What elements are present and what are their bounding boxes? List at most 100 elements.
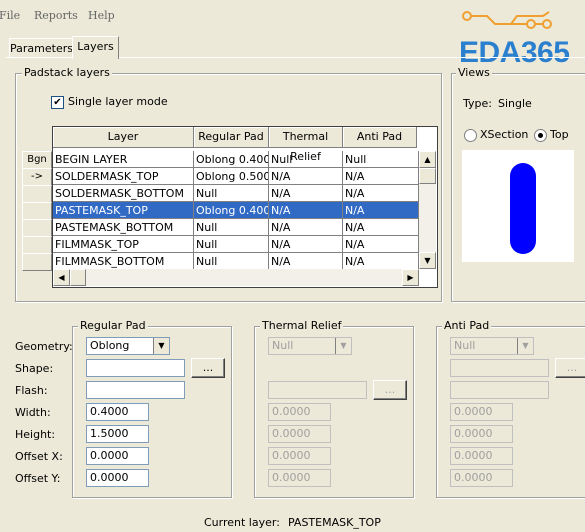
menu-file[interactable]: File <box>0 9 20 22</box>
cell-regular-pad[interactable]: Null <box>194 253 269 270</box>
xsection-label: XSection <box>480 128 529 141</box>
cell-thermal-relief[interactable]: N/A <box>269 202 343 219</box>
scroll-right-icon[interactable]: ▶ <box>402 269 419 286</box>
cell-layer[interactable]: PASTEMASK_BOTTOM <box>53 219 194 236</box>
regular-height-input[interactable]: 1.5000 <box>86 425 149 443</box>
cell-regular-pad[interactable]: Oblong 0.5000 <box>194 168 269 185</box>
cell-layer[interactable]: FILMMASK_TOP <box>53 236 194 253</box>
shape-label: Shape: <box>15 362 54 375</box>
row-button[interactable] <box>22 202 52 220</box>
geometry-label: Geometry: <box>15 340 73 353</box>
vertical-scrollbar[interactable]: ▲ ▼ <box>419 151 436 269</box>
regular-offset-x-input[interactable]: 0.0000 <box>86 447 149 465</box>
scroll-left-icon[interactable]: ◀ <box>53 269 70 286</box>
cell-thermal-relief[interactable]: N/A <box>269 219 343 236</box>
cell-thermal-relief[interactable]: Null <box>269 151 343 168</box>
thermal-offset-y-input[interactable]: 0.0000 <box>268 469 331 487</box>
anti-shape-browse-button[interactable]: ... <box>555 358 585 378</box>
cell-layer[interactable]: SOLDERMASK_BOTTOM <box>53 185 194 202</box>
cell-layer[interactable]: BEGIN LAYER <box>53 151 194 168</box>
column-header-anti-pad[interactable]: Anti Pad <box>343 127 417 148</box>
cell-anti-pad[interactable]: N/A <box>343 202 419 219</box>
cell-regular-pad[interactable]: Null <box>194 236 269 253</box>
column-header-thermal-relief[interactable]: Thermal Relief <box>269 127 343 163</box>
cell-anti-pad[interactable]: N/A <box>343 236 419 253</box>
regular-shape-browse-button[interactable]: ... <box>191 358 225 378</box>
chevron-down-icon[interactable]: ▼ <box>517 338 533 354</box>
circuit-icon <box>462 11 552 29</box>
cell-anti-pad[interactable]: N/A <box>343 168 419 185</box>
view-type-value: Single <box>498 97 532 110</box>
row-button[interactable] <box>22 219 52 237</box>
logo-text: EDA365 <box>459 36 570 69</box>
cell-thermal-relief[interactable]: N/A <box>269 185 343 202</box>
row-button-current[interactable]: -> <box>22 168 52 186</box>
thermal-offset-x-input[interactable]: 0.0000 <box>268 447 331 465</box>
cell-regular-pad[interactable]: Oblong 0.4000 <box>194 202 269 219</box>
thermal-flash-input[interactable] <box>268 381 367 399</box>
cell-regular-pad[interactable]: Null <box>194 185 269 202</box>
pad-preview <box>462 150 574 262</box>
offset-x-label: Offset X: <box>15 450 63 463</box>
regular-width-input[interactable]: 0.4000 <box>86 403 149 421</box>
xsection-radio[interactable] <box>464 129 477 142</box>
thermal-width-input[interactable]: 0.0000 <box>268 403 331 421</box>
thermal-flash-browse-button[interactable]: ... <box>373 380 407 400</box>
thermal-geometry-select[interactable]: Null ▼ <box>268 337 352 355</box>
cell-regular-pad[interactable]: Oblong 0.4000 <box>194 151 269 168</box>
padstack-layers-table[interactable]: Layer Regular Pad Thermal Relief Anti Pa… <box>52 126 438 288</box>
chevron-down-icon[interactable]: ▼ <box>153 338 169 354</box>
single-layer-mode-checkbox[interactable]: ✔ <box>51 96 64 109</box>
regular-shape-input[interactable] <box>86 359 185 377</box>
cell-anti-pad[interactable]: N/A <box>343 253 419 270</box>
watermark-logo: EDA365 <box>455 8 585 70</box>
cell-anti-pad[interactable]: Null <box>343 151 419 168</box>
top-label: Top <box>550 128 569 141</box>
column-header-layer[interactable]: Layer <box>53 127 194 148</box>
current-layer-value: PASTEMASK_TOP <box>288 516 381 529</box>
anti-height-input[interactable]: 0.0000 <box>450 425 513 443</box>
column-header-regular-pad[interactable]: Regular Pad <box>194 127 269 148</box>
regular-offset-y-input[interactable]: 0.0000 <box>86 469 149 487</box>
anti-offset-x-input[interactable]: 0.0000 <box>450 447 513 465</box>
row-button[interactable] <box>22 236 52 254</box>
cell-thermal-relief[interactable]: N/A <box>269 236 343 253</box>
row-button[interactable] <box>22 253 52 271</box>
anti-width-input[interactable]: 0.0000 <box>450 403 513 421</box>
tab-layers[interactable]: Layers <box>72 36 119 59</box>
menu-help[interactable]: Help <box>88 9 115 22</box>
scroll-thumb[interactable] <box>70 269 86 286</box>
menu-reports[interactable]: Reports <box>34 9 78 22</box>
offset-y-label: Offset Y: <box>15 472 61 485</box>
scroll-thumb[interactable] <box>419 168 436 184</box>
regular-flash-input[interactable] <box>86 381 185 399</box>
cell-layer[interactable]: PASTEMASK_TOP <box>53 202 194 219</box>
chevron-down-icon[interactable]: ▼ <box>335 338 351 354</box>
anti-geometry-select[interactable]: Null ▼ <box>450 337 534 355</box>
horizontal-scrollbar[interactable]: ◀ ▶ <box>53 269 419 286</box>
tab-parameters[interactable]: Parameters <box>9 38 73 58</box>
anti-pad-title: Anti Pad <box>442 319 492 332</box>
row-button[interactable] <box>22 185 52 203</box>
row-button-bgn[interactable]: Bgn <box>22 151 52 169</box>
anti-shape-input[interactable] <box>450 359 549 377</box>
cell-thermal-relief[interactable]: N/A <box>269 253 343 270</box>
scroll-up-icon[interactable]: ▲ <box>419 151 436 168</box>
anti-offset-y-input[interactable]: 0.0000 <box>450 469 513 487</box>
scroll-down-icon[interactable]: ▼ <box>419 252 436 269</box>
regular-pad-title: Regular Pad <box>78 319 148 332</box>
top-radio[interactable] <box>534 129 547 142</box>
cell-thermal-relief[interactable]: N/A <box>269 168 343 185</box>
cell-anti-pad[interactable]: N/A <box>343 219 419 236</box>
flash-label: Flash: <box>15 384 48 397</box>
cell-regular-pad[interactable]: Null <box>194 219 269 236</box>
regular-geometry-select[interactable]: Oblong ▼ <box>86 337 170 355</box>
cell-layer[interactable]: SOLDERMASK_TOP <box>53 168 194 185</box>
anti-flash-input[interactable] <box>450 381 549 399</box>
oblong-pad-shape <box>510 163 536 254</box>
padstack-layers-title: Padstack layers <box>22 66 112 79</box>
thermal-height-input[interactable]: 0.0000 <box>268 425 331 443</box>
cell-anti-pad[interactable]: N/A <box>343 185 419 202</box>
cell-layer[interactable]: FILMMASK_BOTTOM <box>53 253 194 270</box>
view-type-label: Type: <box>463 97 492 110</box>
